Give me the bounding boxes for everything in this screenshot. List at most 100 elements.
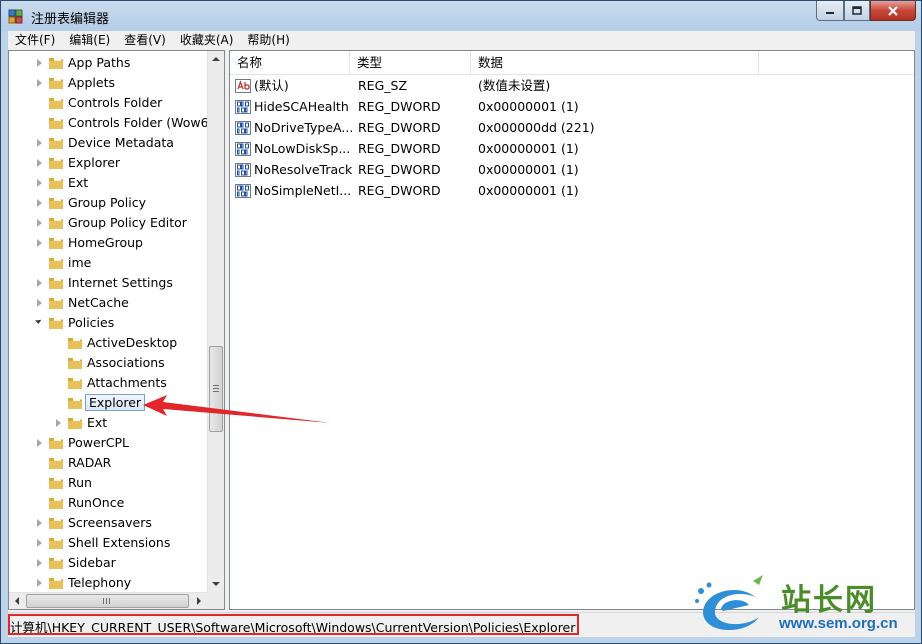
tree-item[interactable]: NetCache <box>9 293 209 313</box>
key-tree-pane: App Paths Applets Controls Folder Controls … <box>8 50 225 610</box>
tree-item-label: Group Policy <box>68 195 146 210</box>
menu-file[interactable]: 文件(F) <box>8 31 62 50</box>
collapsed-triangle-icon[interactable] <box>37 199 42 207</box>
folder-icon <box>68 377 82 389</box>
value-row[interactable]: NoResolveTrack REG_DWORD 0x00000001 (1) <box>230 160 910 181</box>
value-name: NoSimpleNetI... <box>254 183 352 198</box>
tree-item[interactable]: Attachments <box>9 373 209 393</box>
tree-item-label: Telephony <box>68 575 132 590</box>
title-bar[interactable]: 注册表编辑器 <box>1 1 921 31</box>
tree-item-label: Applets <box>68 75 115 90</box>
menu-favorites[interactable]: 收藏夹(A) <box>173 31 241 50</box>
close-button[interactable] <box>870 1 916 21</box>
tree-item[interactable]: Applets <box>9 73 209 93</box>
tree-item[interactable]: Explorer <box>9 153 209 173</box>
value-row[interactable]: NoLowDiskSp... REG_DWORD 0x00000001 (1) <box>230 139 910 160</box>
collapsed-triangle-icon[interactable] <box>37 239 42 247</box>
folder-icon <box>49 237 63 249</box>
tree-item[interactable]: RunOnce <box>9 493 209 513</box>
tree-item[interactable]: Policies <box>9 313 209 333</box>
menu-bar: 文件(F) 编辑(E) 查看(V) 收藏夹(A) 帮助(H) <box>8 31 915 50</box>
value-row[interactable]: NoDriveTypeA... REG_DWORD 0x000000dd (221) <box>230 118 910 139</box>
string-value-icon <box>235 79 251 93</box>
collapsed-triangle-icon[interactable] <box>56 419 61 427</box>
minimize-button[interactable] <box>816 1 844 21</box>
scroll-right-arrow-icon[interactable] <box>197 597 201 605</box>
column-header-name[interactable]: 名称 <box>230 51 350 75</box>
collapsed-triangle-icon[interactable] <box>37 219 42 227</box>
collapsed-triangle-icon[interactable] <box>37 79 42 87</box>
tree-item[interactable]: Group Policy Editor <box>9 213 209 233</box>
key-tree: App Paths Applets Controls Folder Controls … <box>9 53 217 593</box>
window-controls <box>816 1 916 21</box>
value-name: HideSCAHealth <box>254 99 349 114</box>
collapsed-triangle-icon[interactable] <box>37 519 42 527</box>
column-header-data[interactable]: 数据 <box>471 51 759 75</box>
tree-item-label: ime <box>68 255 92 270</box>
tree-item[interactable]: Sidebar <box>9 553 209 573</box>
registry-editor-icon <box>8 9 23 24</box>
tree-item-label: Sidebar <box>68 555 116 570</box>
tree-item[interactable]: HomeGroup <box>9 233 209 253</box>
maximize-button[interactable] <box>844 1 870 21</box>
tree-item[interactable]: Screensavers <box>9 513 209 533</box>
tree-item[interactable]: ime <box>9 253 209 273</box>
tree-item-label: NetCache <box>68 295 129 310</box>
tree-item[interactable]: Associations <box>9 353 209 373</box>
column-header-type[interactable]: 类型 <box>350 51 471 75</box>
scroll-up-arrow-icon[interactable] <box>212 57 220 61</box>
tree-item[interactable]: Ext <box>9 173 209 193</box>
expanded-triangle-icon[interactable] <box>34 316 43 325</box>
binary-value-icon <box>235 142 251 156</box>
tree-item[interactable]: RADAR <box>9 453 209 473</box>
collapsed-triangle-icon[interactable] <box>37 179 42 187</box>
tree-item-label: Attachments <box>87 375 167 390</box>
collapsed-triangle-icon[interactable] <box>37 579 42 587</box>
tree-item[interactable]: App Paths <box>9 53 209 73</box>
tree-item[interactable]: Group Policy <box>9 193 209 213</box>
value-row[interactable]: HideSCAHealth REG_DWORD 0x00000001 (1) <box>230 97 910 118</box>
tree-item-label: Controls Folder (Wow64 <box>68 115 217 130</box>
scroll-left-arrow-icon[interactable] <box>15 597 19 605</box>
collapsed-triangle-icon[interactable] <box>37 539 42 547</box>
collapsed-triangle-icon[interactable] <box>37 439 42 447</box>
client-area: App Paths Applets Controls Folder Controls … <box>8 50 915 637</box>
tree-item[interactable]: Run <box>9 473 209 493</box>
tree-item[interactable]: Controls Folder <box>9 93 209 113</box>
tree-item[interactable]: PowerCPL <box>9 433 209 453</box>
tree-item-label: RunOnce <box>68 495 125 510</box>
thumb-grip-line <box>106 598 107 604</box>
menu-view[interactable]: 查看(V) <box>117 31 173 50</box>
tree-item-label: Associations <box>87 355 165 370</box>
collapsed-triangle-icon[interactable] <box>37 559 42 567</box>
tree-item[interactable]: ActiveDesktop <box>9 333 209 353</box>
value-type: REG_SZ <box>358 78 408 93</box>
folder-icon <box>49 97 63 109</box>
scroll-down-arrow-icon[interactable] <box>212 582 220 586</box>
tree-item-label: HomeGroup <box>68 235 143 250</box>
collapsed-triangle-icon[interactable] <box>37 279 42 287</box>
tree-item[interactable]: Internet Settings <box>9 273 209 293</box>
collapsed-triangle-icon[interactable] <box>37 159 42 167</box>
value-data: 0x00000001 (1) <box>478 141 579 156</box>
tree-item[interactable]: Controls Folder (Wow64 <box>9 113 217 133</box>
folder-icon <box>68 417 82 429</box>
tree-horizontal-scrollbar[interactable] <box>9 592 207 609</box>
tree-item[interactable]: Device Metadata <box>9 133 209 153</box>
collapsed-triangle-icon[interactable] <box>37 59 42 67</box>
collapsed-triangle-icon[interactable] <box>37 299 42 307</box>
tree-vertical-scrollbar[interactable] <box>207 51 224 592</box>
collapsed-triangle-icon[interactable] <box>37 139 42 147</box>
tree-item[interactable]: Shell Extensions <box>9 533 209 553</box>
tree-item-label: Device Metadata <box>68 135 174 150</box>
menu-edit[interactable]: 编辑(E) <box>62 31 117 50</box>
thumb-grip-line <box>213 391 219 392</box>
thumb-grip-line <box>213 385 219 386</box>
value-row[interactable]: NoSimpleNetI... REG_DWORD 0x00000001 (1) <box>230 181 910 202</box>
folder-icon <box>49 437 63 449</box>
menu-help[interactable]: 帮助(H) <box>240 31 296 50</box>
value-row[interactable]: (默认) REG_SZ (数值未设置) <box>230 76 910 97</box>
tree-item[interactable]: Telephony <box>9 573 209 593</box>
tree-horizontal-scroll-thumb[interactable] <box>26 594 189 608</box>
tree-item-label: App Paths <box>68 55 131 70</box>
